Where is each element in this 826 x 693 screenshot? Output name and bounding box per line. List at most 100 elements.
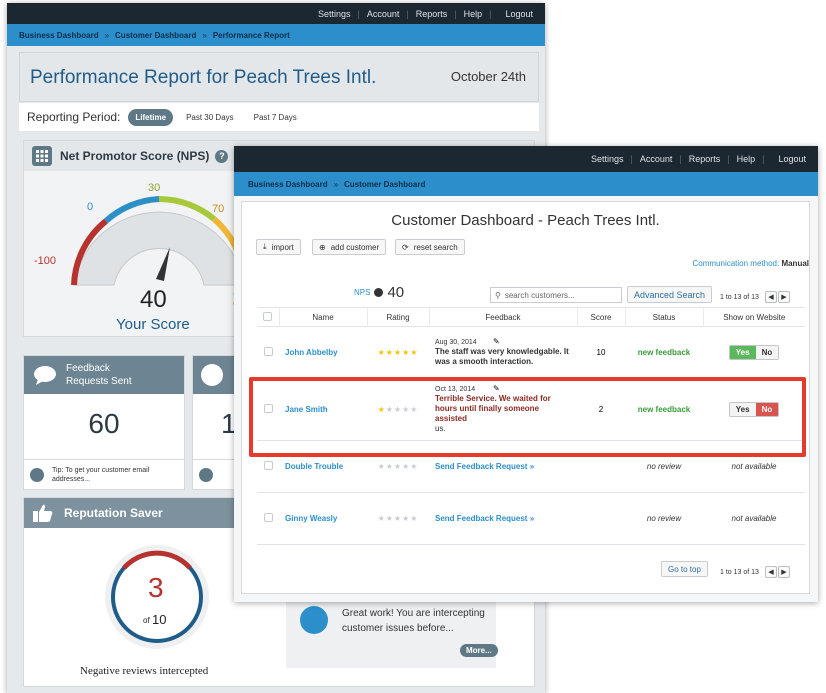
prev-page-button[interactable]: ◀ [764,291,777,303]
nav-help[interactable]: Help [464,9,483,19]
feedback-title-1: Feedback [66,363,110,374]
reset-search-button[interactable]: ⟳ reset search [395,239,465,255]
top-nav: Settings | Account | Reports | Help | Logout [7,3,545,24]
go-to-top-button[interactable]: Go to top [661,561,708,577]
edit-icon[interactable]: ✎ [493,337,500,346]
prev-page-button-bottom[interactable]: ◀ [764,566,777,578]
advanced-search-button[interactable]: Advanced Search [627,286,713,303]
next-page-button-bottom[interactable]: ▶ [777,566,790,578]
period-lifetime[interactable]: Lifetime [128,108,174,126]
dashboard-title: Customer Dashboard - Peach Trees Intl. [391,212,660,229]
pager-bottom: 1 to 13 of 13 ◀ ▶ [720,566,790,578]
col-feedback[interactable]: Feedback [429,307,578,327]
reputation-total: 10 [152,612,167,627]
rating-stars: ★★★★★ [367,493,429,545]
nav-logout[interactable]: Logout [505,9,533,19]
row-checkbox[interactable] [263,347,273,356]
row-checkbox[interactable] [263,404,273,413]
refresh-icon: ⟳ [402,242,409,252]
send-feedback-link[interactable]: Send Feedback Request » [435,462,534,471]
toggle-yes[interactable]: Yes [729,346,756,359]
feedback-extra: us. [435,424,446,433]
front-nav-account[interactable]: Account [640,154,673,164]
toggle-yes[interactable]: Yes [729,403,756,416]
feedback-text: Terrible Service. We waited for hours un… [435,394,551,423]
nav-settings[interactable]: Settings [318,9,351,19]
reputation-of: of [143,616,150,625]
feedback-date: Aug 30, 2014 [435,338,477,346]
import-button[interactable]: ⤓ import [256,239,301,255]
col-status[interactable]: Status [625,307,704,327]
star-icon: ★ [410,405,419,414]
nps-title: Net Promotor Score (NPS) [60,149,210,163]
pager-text: 1 to 13 of 13 [720,293,759,301]
table-row[interactable]: Ginny Weasly ★★★★★ Send Feedback Request »… [257,493,805,545]
more-button[interactable]: More... [460,644,498,657]
feedback-date: Oct 13, 2014 [435,386,476,393]
reputation-value: 3 [148,572,164,603]
plus-icon: ⊕ [319,242,326,252]
show-on-website-toggle[interactable]: Yes No [728,402,780,417]
nps-help-icon[interactable] [374,288,384,297]
status-text: new feedback [637,348,691,357]
customer-name[interactable]: Jane Smith [285,405,328,414]
col-rating[interactable]: Rating [367,307,430,327]
period-7-days[interactable]: Past 7 Days [247,109,304,126]
table-row[interactable]: Double Trouble ★★★★★ Send Feedback Request… [257,441,805,493]
add-customer-button[interactable]: ⊕ add customer [312,239,387,255]
front-nav-help[interactable]: Help [737,154,756,164]
reset-search-label: reset search [413,242,458,252]
rating-stars: ★★★★★ [367,441,429,493]
comm-value[interactable]: Manual [781,259,809,268]
col-show-on-website[interactable]: Show on Website [703,308,805,327]
reporting-period: Reporting Period: Lifetime Past 30 Days … [19,103,539,131]
score-value [577,493,625,545]
customer-name[interactable]: Ginny Weasly [285,514,337,523]
star-icon: ★ [385,514,394,523]
send-feedback-link[interactable]: Send Feedback Request » [435,514,534,523]
gauge-score: 40 [140,286,167,313]
customer-name[interactable]: Double Trouble [285,462,343,471]
star-icon: ★ [393,348,403,357]
col-score[interactable]: Score [577,307,626,327]
status-text: no review [646,514,682,523]
gauge-label-70: 70 [212,203,225,215]
col-name[interactable]: Name [279,307,368,327]
thumbs-circle-icon [300,606,328,634]
pager-bottom-text: 1 to 13 of 13 [720,568,759,576]
great-work-box: Great work! You are intercepting custome… [286,598,498,668]
toggle-no[interactable]: No [755,346,779,359]
star-icon: ★ [377,462,386,471]
row-checkbox[interactable] [263,461,273,470]
report-date: October 24th [450,69,526,84]
star-icon: ★ [385,405,394,414]
select-all-checkbox[interactable] [263,311,273,321]
table-header: Name Rating Feedback Score Status Show o… [257,307,805,327]
gauge-label-0: 0 [87,201,94,213]
customer-name[interactable]: John Abbelby [285,348,338,357]
help-icon[interactable]: ? [215,149,229,163]
table-row[interactable]: John Abbelby ★★★★★ Aug 30, 2014 ✎ The staff … [257,327,805,379]
site-text: not available [731,514,777,523]
edit-icon[interactable]: ✎ [493,384,500,393]
search-box[interactable]: ⚲ search customers... [490,287,622,303]
nav-reports[interactable]: Reports [416,9,448,19]
breadcrumb-business[interactable]: Business Dashboard [19,31,99,40]
front-breadcrumb-business[interactable]: Business Dashboard [248,180,328,189]
feedback-title-2: Requests Sent [66,376,132,387]
front-nav-settings[interactable]: Settings [591,154,624,164]
front-nav-reports[interactable]: Reports [689,154,721,164]
nav-account[interactable]: Account [367,9,400,19]
front-nav-logout[interactable]: Logout [778,154,806,164]
breadcrumb-customer[interactable]: Customer Dashboard [115,31,196,40]
show-on-website-toggle[interactable]: Yes No [728,345,780,360]
row-checkbox[interactable] [263,513,273,522]
page-header: Performance Report for Peach Trees Intl.… [19,52,539,102]
toggle-no[interactable]: No [755,403,779,416]
table-row[interactable]: Jane Smith ★★★★★ Oct 13, 2014 ✎ Terrible Ser… [257,379,805,441]
site-text: not available [731,462,777,471]
reputation-title: Reputation Saver [64,506,163,520]
period-30-days[interactable]: Past 30 Days [179,109,241,126]
breadcrumb: Business Dashboard» Customer Dashboard» … [7,24,545,46]
next-page-button[interactable]: ▶ [777,291,790,303]
